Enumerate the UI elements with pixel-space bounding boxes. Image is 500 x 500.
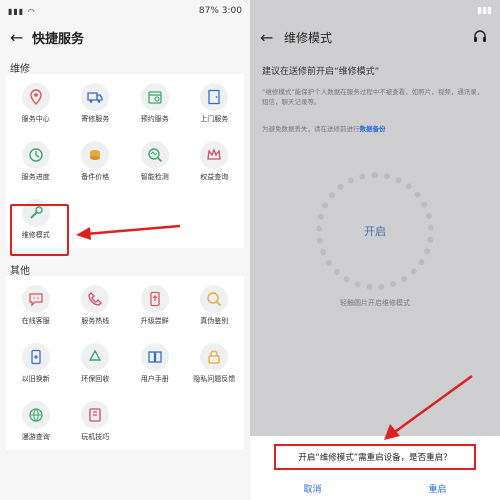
progress-icon [21,140,50,169]
other-item[interactable]: 在线客服 [6,276,66,334]
truck-icon [81,82,110,111]
other-item[interactable]: 漫游查询 [6,392,66,450]
advice-text: 建议在送修前开启“维修模式” [262,67,380,77]
other-card: 在线客服 服务热线 升级尝鲜 真伪鉴别以旧换新 环保回收 用户手册 隐私问题反馈漫游查询 玩机… [6,276,244,450]
verify-icon [200,284,229,313]
open-circle-button[interactable]: 开启 [316,172,434,290]
battery-percent: 87% [198,6,219,16]
open-label: 开启 [364,225,386,238]
quick-services-screen: ▮▮▮ ◠ 87% 3:00 ← 快捷服务 维修 服务中心 寄修服务 预约服务 上门服… [0,0,250,500]
repair-item-label: 寄修服务 [81,114,110,123]
red-arrow-left [76,224,181,240]
other-item[interactable]: 环保回收 [66,334,126,392]
book-icon [140,342,169,371]
repair-item-label: 预约服务 [140,114,169,123]
detect-icon [140,140,169,169]
roaming-icon [21,400,50,429]
repair-item-label: 备件价格 [81,172,110,181]
restart-button[interactable]: 重启 [375,482,500,495]
repair-item[interactable]: 智能检测 [125,132,185,190]
other-item[interactable]: 真伪鉴别 [185,276,245,334]
repair-mode-screen: ▮▮▮ ← 维修模式 建议在送修前开启“维修模式” “维修模式”能保护个人数据在… [250,0,500,500]
other-item-label: 环保回收 [81,374,110,383]
restart-dialog: 开启“维修模式”需重启设备，是否重启？ 取消 重启 [250,436,500,500]
backup-text: 为避免数据丢失，请在送修前进行数据备份 [262,125,386,133]
other-item-label: 以旧换新 [21,374,50,383]
page-title: 快捷服务 [32,31,85,47]
repair-item[interactable]: 上门服务 [185,74,245,132]
status-bar: ▮▮▮ ◠ 87% 3:00 [0,0,250,22]
repair-item-label: 上门服务 [200,114,229,123]
trade-in-icon [21,342,50,371]
coins-icon [81,140,110,169]
other-item[interactable]: 隐私问题反馈 [185,334,245,392]
lock-icon [200,342,229,371]
phone-icon [81,284,110,313]
other-item-label: 漫游查询 [21,432,50,441]
crown-icon [200,140,229,169]
other-item-label: 在线客服 [21,316,50,325]
red-arrow-diagonal [384,374,473,440]
other-item-label: 用户手册 [140,374,169,383]
repair-mode-highlight [10,204,69,256]
back-arrow-icon[interactable]: ← [260,28,284,47]
location-pin-icon [21,82,50,111]
other-item[interactable]: 玩机技巧 [66,392,126,450]
repair-item-label: 服务进度 [21,172,50,181]
repair-item[interactable]: 备件价格 [66,132,126,190]
repair-item[interactable]: 服务进度 [6,132,66,190]
dialog-message: 开启“维修模式”需重启设备，是否重启？ [274,444,476,470]
other-item-label: 升级尝鲜 [140,316,169,325]
back-arrow-icon[interactable]: ← [10,28,32,47]
repair-mode-title: 维修模式 [284,30,333,45]
section-title-other: 其他 [10,266,30,277]
other-item-label: 真伪鉴别 [200,316,229,325]
other-item[interactable]: 升级尝鲜 [125,276,185,334]
other-item[interactable]: 服务热线 [66,276,126,334]
repair-item-label: 权益查询 [200,172,229,181]
clock: 3:00 [221,6,242,16]
repair-item[interactable]: 权益查询 [185,132,245,190]
repair-item[interactable]: 服务中心 [6,74,66,132]
calendar-icon [140,82,169,111]
other-item-label: 服务热线 [81,316,110,325]
headset-icon[interactable] [472,29,488,45]
cancel-button[interactable]: 取消 [250,482,375,495]
other-item[interactable]: 用户手册 [125,334,185,392]
other-item-label: 玩机技巧 [81,432,110,441]
status-bar-right: ▮▮▮ [477,6,492,16]
repair-item[interactable]: 寄修服务 [66,74,126,132]
repair-item-label: 智能检测 [140,172,169,181]
section-title-repair: 维修 [10,64,30,75]
chat-icon [21,284,50,313]
backup-link[interactable]: 数据备份 [360,125,386,133]
repair-item-label: 服务中心 [21,114,50,123]
signal-icon: ▮▮▮ ◠ [8,6,36,16]
other-item-label: 隐私问题反馈 [193,374,236,383]
hint-text: 轻触圆片开启维修模式 [340,299,410,307]
other-item[interactable]: 以旧换新 [6,334,66,392]
description-text: “维修模式”能保护个人数据在服务过程中不被查看，如照片，视频，通讯录，短信，聊天… [262,88,484,106]
recycle-icon [81,342,110,371]
door-icon [200,82,229,111]
tips-icon [81,400,110,429]
upgrade-icon [140,284,169,313]
repair-item[interactable]: 预约服务 [125,74,185,132]
